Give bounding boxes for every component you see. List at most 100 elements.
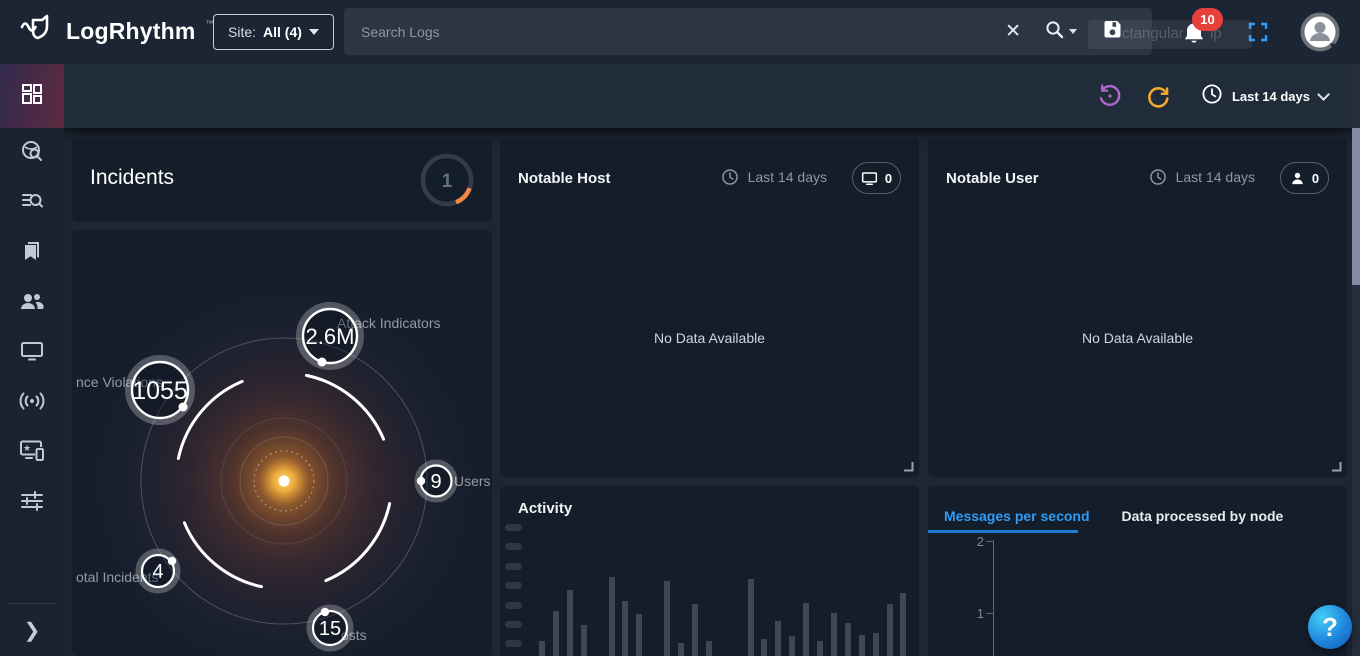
activity-bar (553, 611, 559, 656)
people-icon (19, 290, 45, 317)
activity-bar (539, 641, 545, 656)
monitor-icon (20, 340, 44, 367)
broadcast-icon (18, 391, 46, 416)
sidebar-expand-button[interactable]: ❯ (0, 608, 64, 652)
chevron-down-icon (1317, 88, 1330, 101)
activity-card: Activity (500, 486, 919, 656)
radar-bubble-hosts[interactable]: 15 (310, 608, 350, 648)
time-range-selector[interactable]: Last 14 days (1201, 83, 1328, 110)
activity-bar (775, 621, 781, 656)
dashboard-toolbar: Last 14 days (64, 64, 1352, 128)
site-label: Site: (228, 24, 256, 40)
notable-user-empty-text: No Data Available (928, 330, 1347, 346)
sidebar-item-alarms[interactable] (0, 378, 64, 428)
help-button[interactable]: ? (1308, 605, 1352, 649)
sidebar-item-deployment-monitor[interactable]: ★ (0, 428, 64, 478)
activity-bar (706, 641, 712, 656)
refresh-icon[interactable] (1141, 79, 1175, 113)
history-restore-icon[interactable] (1093, 79, 1127, 113)
search-placeholder: Search Logs (361, 24, 991, 40)
activity-bar (789, 636, 795, 656)
notable-user-card: Notable User Last 14 days 0 No Data Avai… (928, 138, 1347, 477)
throughput-card: Messages per second Data processed by no… (928, 486, 1347, 656)
activity-bar (636, 614, 642, 656)
left-nav-sidebar: ★ ❯ (0, 64, 64, 656)
activity-bar (748, 579, 754, 656)
radar-bubble-compliance-violations[interactable]: 1055 (129, 359, 191, 421)
incidents-radar-chart: Attack Indicators nce Violations Users o… (72, 230, 492, 656)
top-bar: LogRhythm ™ Site: All (4) Search Logs ✕ (0, 0, 1360, 64)
person-icon (1290, 171, 1305, 186)
notable-host-count-pill[interactable]: 0 (852, 162, 901, 194)
logrhythm-logo[interactable]: LogRhythm ™ (20, 14, 214, 49)
notable-host-time-range: Last 14 days (721, 168, 827, 186)
incidents-title: Incidents (90, 166, 174, 190)
search-submit-dropdown[interactable] (1035, 20, 1087, 44)
activity-bar-chart (500, 486, 919, 656)
activity-bar (817, 641, 823, 656)
resize-handle-icon[interactable] (903, 461, 914, 472)
radar-bubble-users[interactable]: 9 (417, 463, 454, 499)
incidents-radar-card[interactable]: Attack Indicators nce Violations Users o… (72, 230, 492, 656)
svg-text:1055: 1055 (132, 377, 188, 405)
notable-user-time-range: Last 14 days (1149, 168, 1255, 186)
sidebar-item-administration[interactable] (0, 478, 64, 528)
sidebar-item-dashboards[interactable] (0, 64, 64, 128)
notable-host-card: Notable Host Last 14 days 0 No Data Avai… (500, 138, 919, 477)
radar-bubble-total-incidents[interactable]: 4 (139, 552, 177, 590)
activity-bar (803, 603, 809, 656)
tab-messages-per-second[interactable]: Messages per second (928, 486, 1106, 533)
incidents-count-ring: 1 (419, 152, 475, 208)
activity-bar (831, 613, 837, 656)
search-icon (1045, 20, 1064, 44)
logrhythm-logo-icon (20, 14, 56, 49)
notification-count-badge: 10 (1192, 8, 1223, 31)
user-avatar[interactable] (1300, 12, 1340, 52)
sidebar-item-case-search[interactable] (0, 128, 64, 178)
time-range-label: Last 14 days (1232, 89, 1310, 104)
chevron-down-icon (309, 29, 319, 35)
sidebar-item-people[interactable] (0, 278, 64, 328)
radar-bubble-attack-indicators[interactable]: 2.6M (300, 306, 360, 367)
search-logs-input[interactable]: Search Logs ✕ (344, 8, 1152, 55)
site-selector[interactable]: Site: All (4) (213, 14, 334, 50)
chevron-down-icon (1069, 29, 1077, 34)
activity-bar (567, 590, 573, 656)
clock-icon (1149, 168, 1167, 186)
page-scrollbar[interactable] (1352, 64, 1360, 656)
scrollbar-thumb[interactable] (1352, 128, 1360, 285)
notable-host-empty-text: No Data Available (500, 330, 919, 346)
monitor-icon (861, 171, 878, 186)
dashboard-grid-icon (21, 83, 43, 110)
y-axis-tick-2: 2 (964, 534, 984, 549)
radar-label-users: Users (454, 473, 491, 489)
sidebar-item-cases[interactable] (0, 228, 64, 278)
incidents-header-card[interactable]: Incidents 1 (72, 138, 492, 222)
activity-bar (887, 604, 893, 656)
notable-user-count-pill[interactable]: 0 (1280, 162, 1329, 194)
fullscreen-icon[interactable] (1248, 22, 1268, 42)
activity-bar (678, 643, 684, 656)
radar-center-dot (279, 476, 290, 487)
tab-data-processed-by-node[interactable]: Data processed by node (1106, 486, 1300, 533)
throughput-tabs: Messages per second Data processed by no… (928, 486, 1347, 533)
sidebar-item-search[interactable] (0, 178, 64, 228)
logrhythm-dashboard: LogRhythm ™ Site: All (4) Search Logs ✕ (0, 0, 1360, 656)
chevron-right-icon: ❯ (24, 618, 41, 643)
activity-bar (900, 593, 906, 656)
svg-text:9: 9 (430, 471, 441, 493)
svg-text:15: 15 (319, 618, 341, 640)
incidents-badge-value: 1 (442, 171, 453, 192)
book-icon (21, 239, 43, 268)
activity-bar (622, 601, 628, 656)
activity-bar (859, 635, 865, 656)
devices-icon: ★ (19, 439, 45, 468)
activity-bar (845, 623, 851, 656)
svg-text:★: ★ (23, 443, 31, 453)
sidebar-item-hosts[interactable] (0, 328, 64, 378)
logo-text: LogRhythm (66, 18, 196, 45)
clear-search-icon[interactable]: ✕ (991, 20, 1035, 43)
sliders-icon (20, 490, 44, 517)
notable-user-title: Notable User (946, 170, 1039, 187)
resize-handle-icon[interactable] (1331, 461, 1342, 472)
